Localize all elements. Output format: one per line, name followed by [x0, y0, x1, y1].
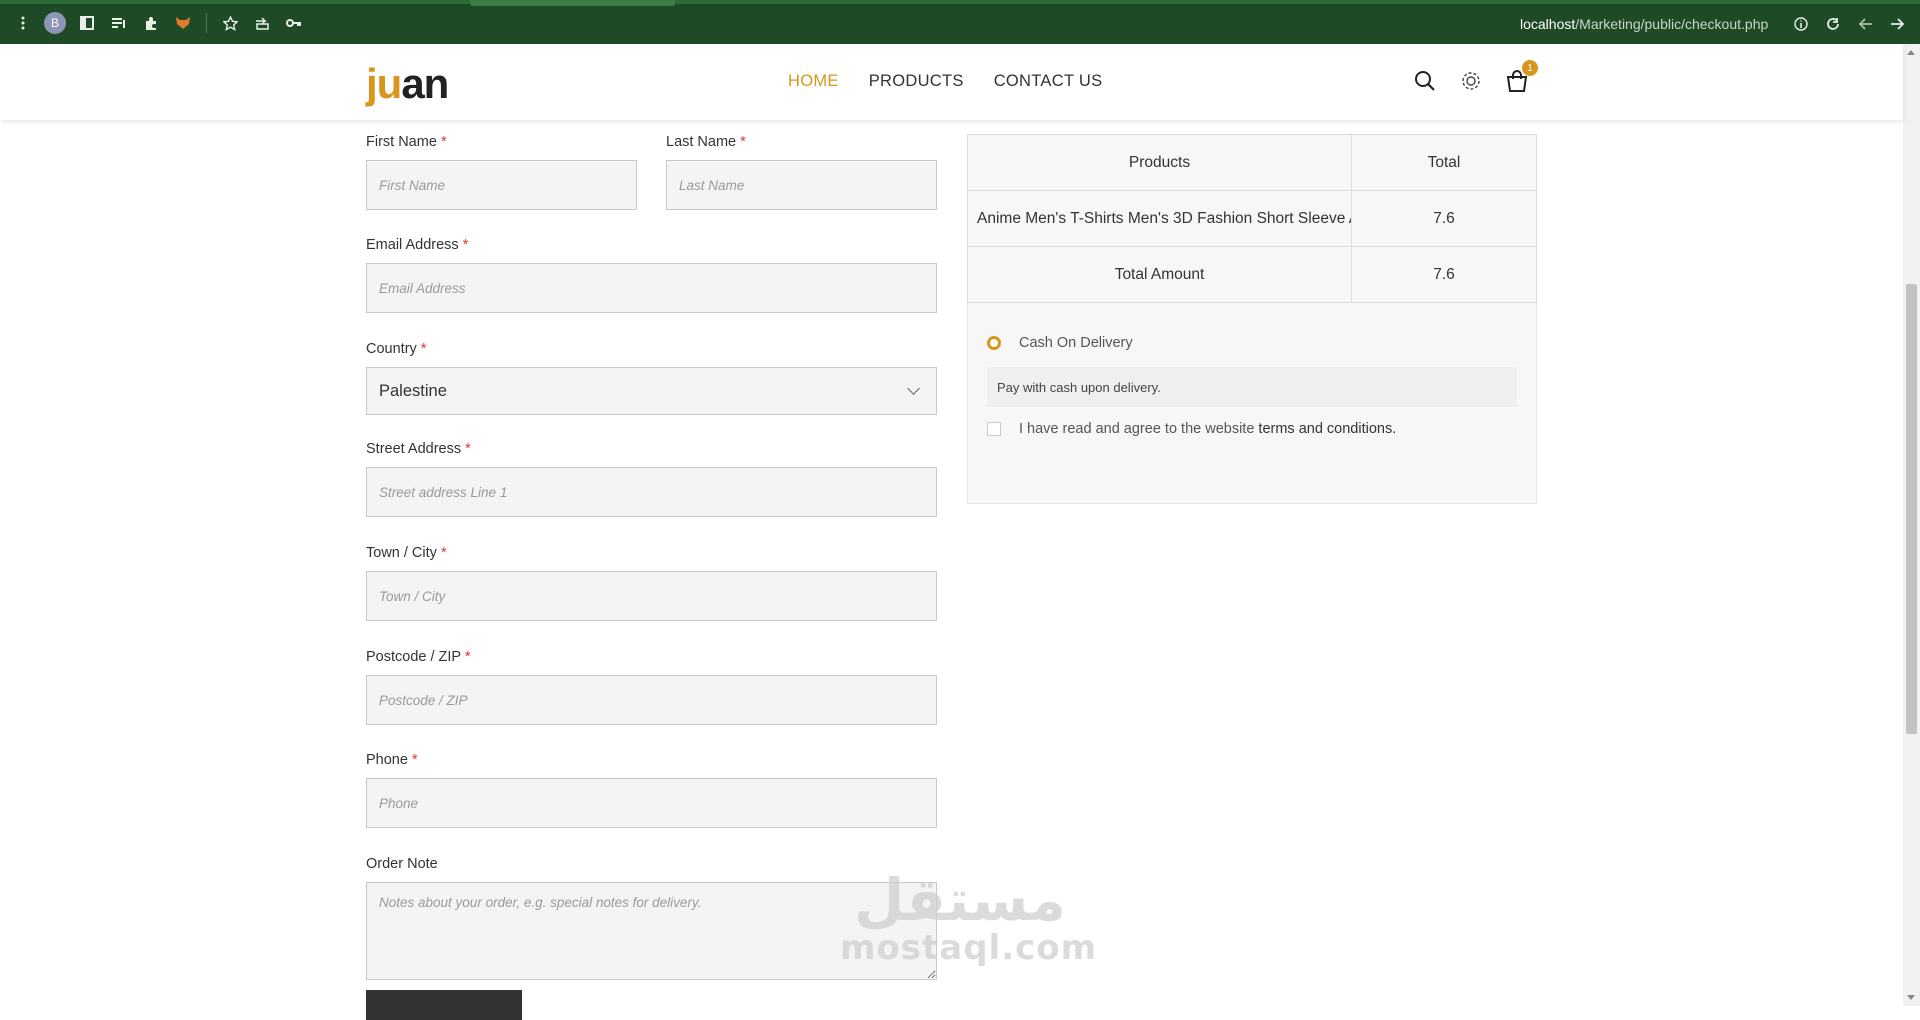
order-note-group: Order Note	[366, 856, 937, 980]
city-group: Town / City *	[366, 545, 937, 621]
country-group: Country * Palestine	[366, 341, 937, 415]
email-input[interactable]	[366, 263, 937, 313]
country-select[interactable]: Palestine	[366, 367, 937, 415]
search-icon[interactable]	[1412, 68, 1438, 94]
zip-group: Postcode / ZIP *	[366, 649, 937, 725]
main-nav: HOME PRODUCTS CONTACT US	[788, 72, 1102, 91]
table-row: Anime Men's T-Shirts Men's 3D Fashion Sh…	[967, 190, 1537, 247]
postcode-input[interactable]	[366, 675, 937, 725]
key-icon[interactable]	[283, 12, 305, 34]
street-group: Street Address *	[366, 441, 937, 517]
scrollbar-thumb[interactable]	[1906, 284, 1917, 734]
order-table: Products Total Anime Men's T-Shirts Men'…	[967, 134, 1537, 303]
city-input[interactable]	[366, 571, 937, 621]
scroll-up-arrow-icon[interactable]	[1907, 50, 1915, 55]
bookmark-star-icon[interactable]	[219, 12, 241, 34]
order-note-label: Order Note	[366, 856, 438, 872]
page-scrollbar[interactable]	[1903, 44, 1920, 1006]
phone-input[interactable]	[366, 778, 937, 828]
address-bar[interactable]: localhost/Marketing/public/checkout.php	[1520, 16, 1768, 32]
chevron-down-icon	[907, 382, 920, 395]
city-label: Town / City *	[366, 545, 447, 561]
cart-icon[interactable]: 1	[1504, 60, 1538, 94]
nav-products[interactable]: PRODUCTS	[869, 72, 964, 91]
street-address-input[interactable]	[366, 467, 937, 517]
products-header: Products	[967, 134, 1352, 191]
reload-icon[interactable]	[1822, 13, 1844, 35]
nav-contact-us[interactable]: CONTACT US	[994, 72, 1103, 91]
share-icon[interactable]	[251, 12, 273, 34]
first-name-label: First Name *	[366, 134, 447, 150]
back-icon[interactable]	[1854, 13, 1876, 35]
site-logo[interactable]: juan	[366, 60, 449, 108]
email-label: Email Address *	[366, 237, 469, 253]
nav-home[interactable]: HOME	[788, 72, 839, 91]
last-name-label: Last Name *	[666, 134, 746, 150]
email-group: Email Address *	[366, 237, 937, 313]
logo-part2: an	[401, 60, 449, 107]
last-name-group: Last Name *	[666, 134, 937, 210]
payment-option-cod[interactable]: Cash On Delivery	[987, 335, 1517, 351]
fox-extension-icon[interactable]	[172, 12, 194, 34]
country-label: Country *	[366, 341, 427, 357]
payment-description: Pay with cash upon delivery.	[987, 367, 1517, 407]
total-header: Total	[1351, 134, 1537, 191]
first-name-group: First Name *	[366, 134, 637, 210]
site-header: juan HOME PRODUCTS CONTACT US 1	[0, 44, 1903, 120]
phone-label: Phone *	[366, 752, 418, 768]
toolbar-separator	[206, 13, 207, 33]
product-total: 7.6	[1351, 190, 1537, 247]
menu-icon[interactable]	[12, 12, 34, 34]
payment-section: Cash On Delivery Pay with cash upon deli…	[987, 335, 1517, 437]
forward-icon[interactable]	[1886, 13, 1908, 35]
terms-text: I have read and agree to the website ter…	[1019, 421, 1397, 437]
terms-link[interactable]: terms and conditions.	[1258, 421, 1396, 437]
cart-count-badge: 1	[1522, 60, 1538, 76]
total-amount-value: 7.6	[1351, 246, 1537, 303]
payment-method-label: Cash On Delivery	[1019, 335, 1133, 351]
info-icon[interactable]	[1790, 13, 1812, 35]
last-name-input[interactable]	[666, 160, 937, 210]
terms-checkbox[interactable]	[987, 422, 1001, 436]
total-row: Total Amount 7.6	[967, 246, 1537, 303]
reading-list-icon[interactable]	[108, 12, 130, 34]
order-note-textarea[interactable]	[366, 882, 937, 980]
product-name: Anime Men's T-Shirts Men's 3D Fashion Sh…	[967, 190, 1352, 247]
logo-part1: ju	[366, 60, 402, 107]
terms-agreement: I have read and agree to the website ter…	[987, 421, 1517, 437]
first-name-input[interactable]	[366, 160, 637, 210]
extensions-icon[interactable]	[140, 12, 162, 34]
phone-group: Phone *	[366, 752, 937, 828]
country-value: Palestine	[379, 381, 447, 400]
radio-button[interactable]	[987, 336, 1001, 350]
street-label: Street Address *	[366, 441, 471, 457]
gear-icon[interactable]	[1458, 68, 1484, 94]
active-tab-indicator	[470, 0, 675, 6]
url-path: /Marketing/public/checkout.php	[1575, 16, 1769, 32]
sidebar-icon[interactable]	[76, 12, 98, 34]
total-amount-label: Total Amount	[967, 246, 1352, 303]
url-host: localhost	[1520, 16, 1576, 32]
order-summary: Products Total Anime Men's T-Shirts Men'…	[967, 134, 1537, 504]
place-order-button[interactable]	[366, 990, 522, 1020]
scroll-down-arrow-icon[interactable]	[1907, 995, 1915, 1000]
order-table-header: Products Total	[967, 134, 1537, 191]
browser-toolbar: B localhost/Marketing/public/checkout.ph…	[0, 0, 1920, 44]
profile-avatar[interactable]: B	[44, 12, 66, 34]
zip-label: Postcode / ZIP *	[366, 649, 471, 665]
